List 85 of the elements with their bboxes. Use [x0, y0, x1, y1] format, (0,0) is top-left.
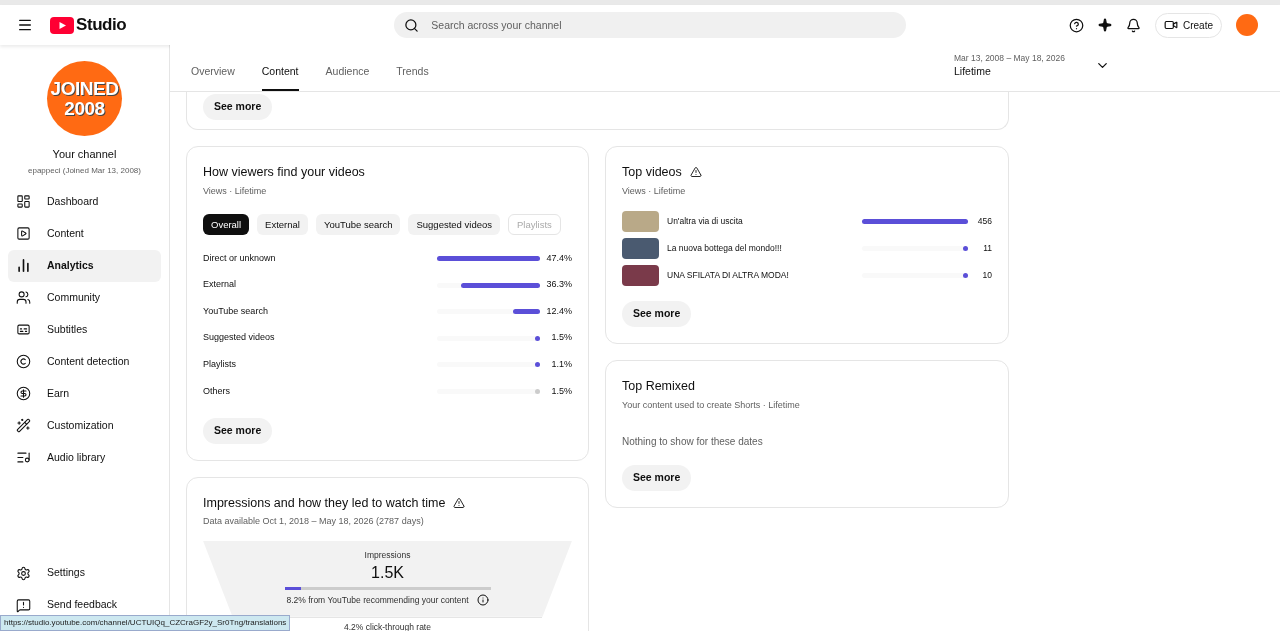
video-title[interactable]: Un'altra via di uscita — [667, 214, 862, 228]
sidebar-item[interactable]: Customization — [8, 409, 161, 442]
tab[interactable]: Audience — [325, 64, 370, 91]
views-value: 10 — [981, 268, 992, 282]
see-more-button[interactable]: See more — [622, 301, 692, 327]
video-title[interactable]: La nuova bottega del mondo!!! — [667, 241, 862, 255]
card-title: Top Remixed — [622, 378, 695, 395]
tab[interactable]: Trends — [396, 64, 429, 91]
sidebar-item[interactable]: Settings — [8, 557, 161, 589]
bar-chart-icon — [16, 258, 31, 273]
video-plus-icon — [1164, 18, 1178, 32]
sidebar-item[interactable]: Content — [8, 217, 161, 250]
notifications-icon[interactable] — [1126, 17, 1141, 33]
menu-icon[interactable] — [17, 17, 33, 33]
warning-icon — [689, 166, 702, 179]
source-label: Direct or unknown — [203, 251, 277, 265]
share-value: 36.3% — [545, 278, 572, 292]
source-label: Others — [203, 384, 231, 398]
avatar-text: 2008 — [64, 98, 105, 119]
share-value: 1.5% — [550, 331, 572, 345]
video-thumbnail[interactable] — [622, 237, 659, 259]
card-title: Impressions and how they led to watch time — [203, 494, 446, 512]
account-avatar[interactable] — [1236, 14, 1258, 36]
feedback-icon — [16, 597, 31, 613]
date-range-selector[interactable]: Mar 13, 2008 – May 18, 2026 Lifetime — [953, 51, 1110, 80]
tab[interactable]: Overview — [191, 64, 235, 91]
card-subtitle: Views · Lifetime — [622, 184, 687, 198]
channel-title: Your channel — [52, 147, 117, 162]
filter-chip[interactable]: Overall — [203, 214, 250, 236]
views-value: 456 — [976, 214, 992, 228]
video-thumbnail[interactable] — [622, 210, 659, 232]
sidebar-item[interactable]: Dashboard — [8, 185, 161, 218]
avatar-text: JOINED — [50, 78, 119, 99]
share-value: 1.1% — [550, 358, 572, 372]
search-field[interactable]: Search across your channel — [394, 12, 907, 38]
see-more-button[interactable]: See more — [203, 93, 273, 120]
filter-chip[interactable]: YouTube search — [315, 214, 401, 236]
play-logo-icon — [50, 16, 74, 34]
funnel-label: Impressions — [364, 548, 411, 562]
funnel-note: 8.2% from YouTube recommending your content — [286, 593, 469, 607]
sparkle-icon[interactable] — [1098, 18, 1112, 32]
see-more-button[interactable]: See more — [203, 417, 273, 444]
channel-subtitle: epappeci (Joined Mar 13, 2008) — [28, 164, 141, 177]
help-icon[interactable] — [1069, 17, 1084, 33]
funnel-value: 1.5K — [371, 562, 404, 583]
video-title[interactable]: UNA SFILATA DI ALTRA MODA! — [667, 268, 862, 282]
sidebar-item[interactable]: Audio library — [8, 441, 161, 474]
card-title: Top videos — [622, 163, 682, 181]
card-subtitle: Your content used to create Shorts · Lifetime — [622, 398, 801, 412]
people-icon — [16, 290, 31, 305]
card-title: How viewers find your videos — [203, 163, 365, 181]
source-label: Suggested videos — [203, 331, 276, 345]
video-library-icon — [16, 226, 31, 241]
settings-icon — [16, 565, 31, 581]
filter-chip[interactable]: External — [257, 214, 308, 236]
music-library-icon — [16, 450, 31, 465]
source-label: External — [203, 278, 238, 292]
sidebar-item[interactable]: Community — [8, 281, 161, 314]
sidebar-item[interactable]: Analytics — [8, 249, 161, 282]
card-subtitle: Data available Oct 1, 2018 – May 18, 2026 (2787 days) — [203, 515, 425, 529]
source-label: YouTube search — [203, 304, 269, 318]
copyright-icon — [16, 354, 31, 369]
sidebar-item[interactable]: Content detection — [8, 345, 161, 378]
card-subtitle: Views · Lifetime — [203, 184, 268, 198]
info-icon[interactable] — [476, 593, 489, 606]
video-thumbnail[interactable] — [622, 264, 659, 286]
dashboard-icon — [16, 194, 31, 209]
sidebar-item[interactable]: Earn — [8, 377, 161, 410]
share-value: 12.4% — [545, 304, 572, 318]
logo-text: Studio — [76, 14, 127, 37]
filter-chip[interactable]: Suggested videos — [408, 214, 500, 236]
views-value: 11 — [982, 241, 992, 255]
dollar-icon — [16, 386, 31, 401]
share-value: 47.4% — [545, 251, 572, 265]
see-more-button[interactable]: See more — [622, 465, 692, 492]
source-label: Playlists — [203, 358, 237, 372]
warning-icon — [453, 496, 466, 509]
subtitles-icon — [16, 322, 31, 337]
tab[interactable]: Content — [261, 64, 299, 91]
search-icon — [404, 17, 420, 33]
sidebar-item[interactable]: Subtitles — [8, 313, 161, 346]
link-url-tooltip: https://studio.youtube.com/channel/UCTUIQq_CZCraGF2y_Sr0Tng/translations — [0, 615, 291, 631]
share-value: 1.5% — [550, 384, 572, 398]
magic-wand-icon — [16, 418, 31, 433]
empty-message: Nothing to show for these dates — [622, 435, 764, 450]
